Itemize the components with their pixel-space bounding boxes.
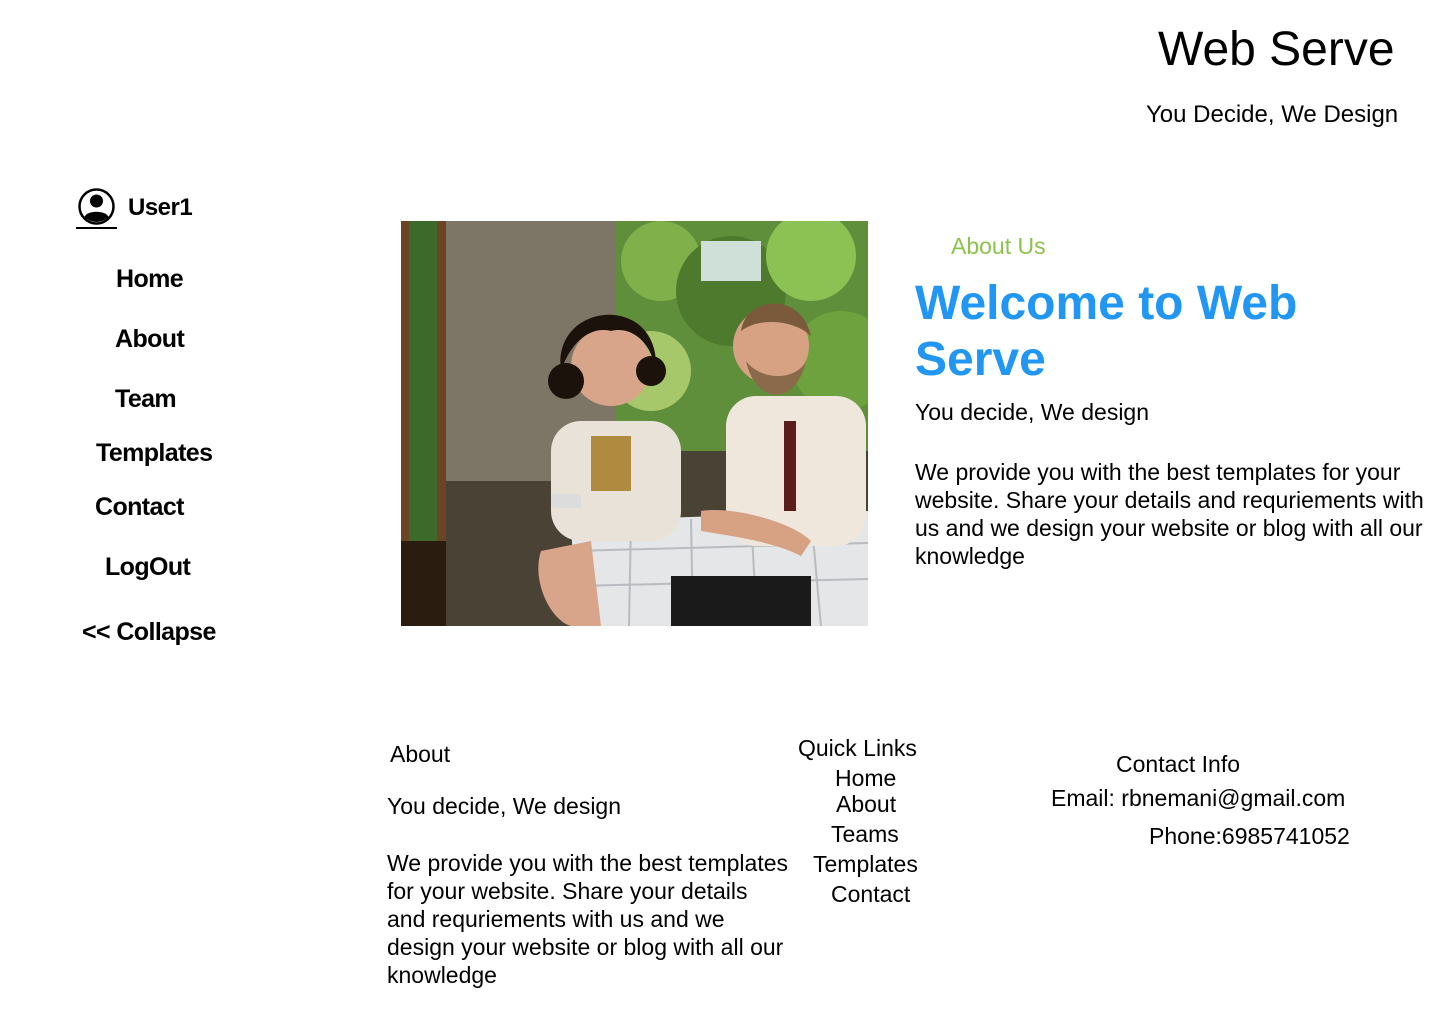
sidebar-item-team[interactable]: Team — [115, 385, 177, 414]
contact-email[interactable]: Email: rbnemani@gmail.com — [1051, 785, 1345, 812]
about-description: We provide you with the best templates f… — [915, 459, 1424, 569]
sidebar-item-logout[interactable]: LogOut — [105, 553, 191, 582]
footer-about-title: About — [390, 741, 451, 767]
footer-about-description: We provide you with the best templates f… — [387, 850, 789, 988]
quick-link-about[interactable]: About — [836, 791, 896, 818]
contact-phone: Phone:6985741052 — [1149, 823, 1350, 849]
user-name: User1 — [128, 193, 193, 221]
quick-link-teams[interactable]: Teams — [831, 821, 899, 848]
quick-link-contact[interactable]: Contact — [831, 881, 910, 908]
site-tagline: You Decide, We Design — [1146, 101, 1399, 128]
about-tagline: You decide, We design — [915, 399, 1150, 425]
contact-info-title: Contact Info — [1116, 751, 1241, 777]
sidebar-item-contact[interactable]: Contact — [95, 493, 184, 522]
site-title: Web Serve — [1158, 23, 1395, 76]
sidebar-item-templates[interactable]: Templates — [96, 439, 213, 468]
user-profile[interactable]: User1 — [76, 186, 193, 229]
quick-links-title: Quick Links — [798, 735, 917, 761]
quick-link-home[interactable]: Home — [835, 765, 896, 792]
hero-photo — [401, 221, 868, 626]
sidebar-item-home[interactable]: Home — [116, 265, 184, 294]
welcome-heading: Welcome to Web Serve — [915, 277, 1298, 386]
user-circle-icon — [76, 186, 117, 229]
about-eyebrow: About Us — [951, 233, 1046, 259]
quick-link-templates[interactable]: Templates — [813, 851, 918, 878]
footer-about-tagline: You decide, We design — [387, 793, 622, 819]
sidebar-item-about[interactable]: About — [115, 325, 185, 354]
sidebar-collapse-button[interactable]: << Collapse — [82, 618, 216, 647]
